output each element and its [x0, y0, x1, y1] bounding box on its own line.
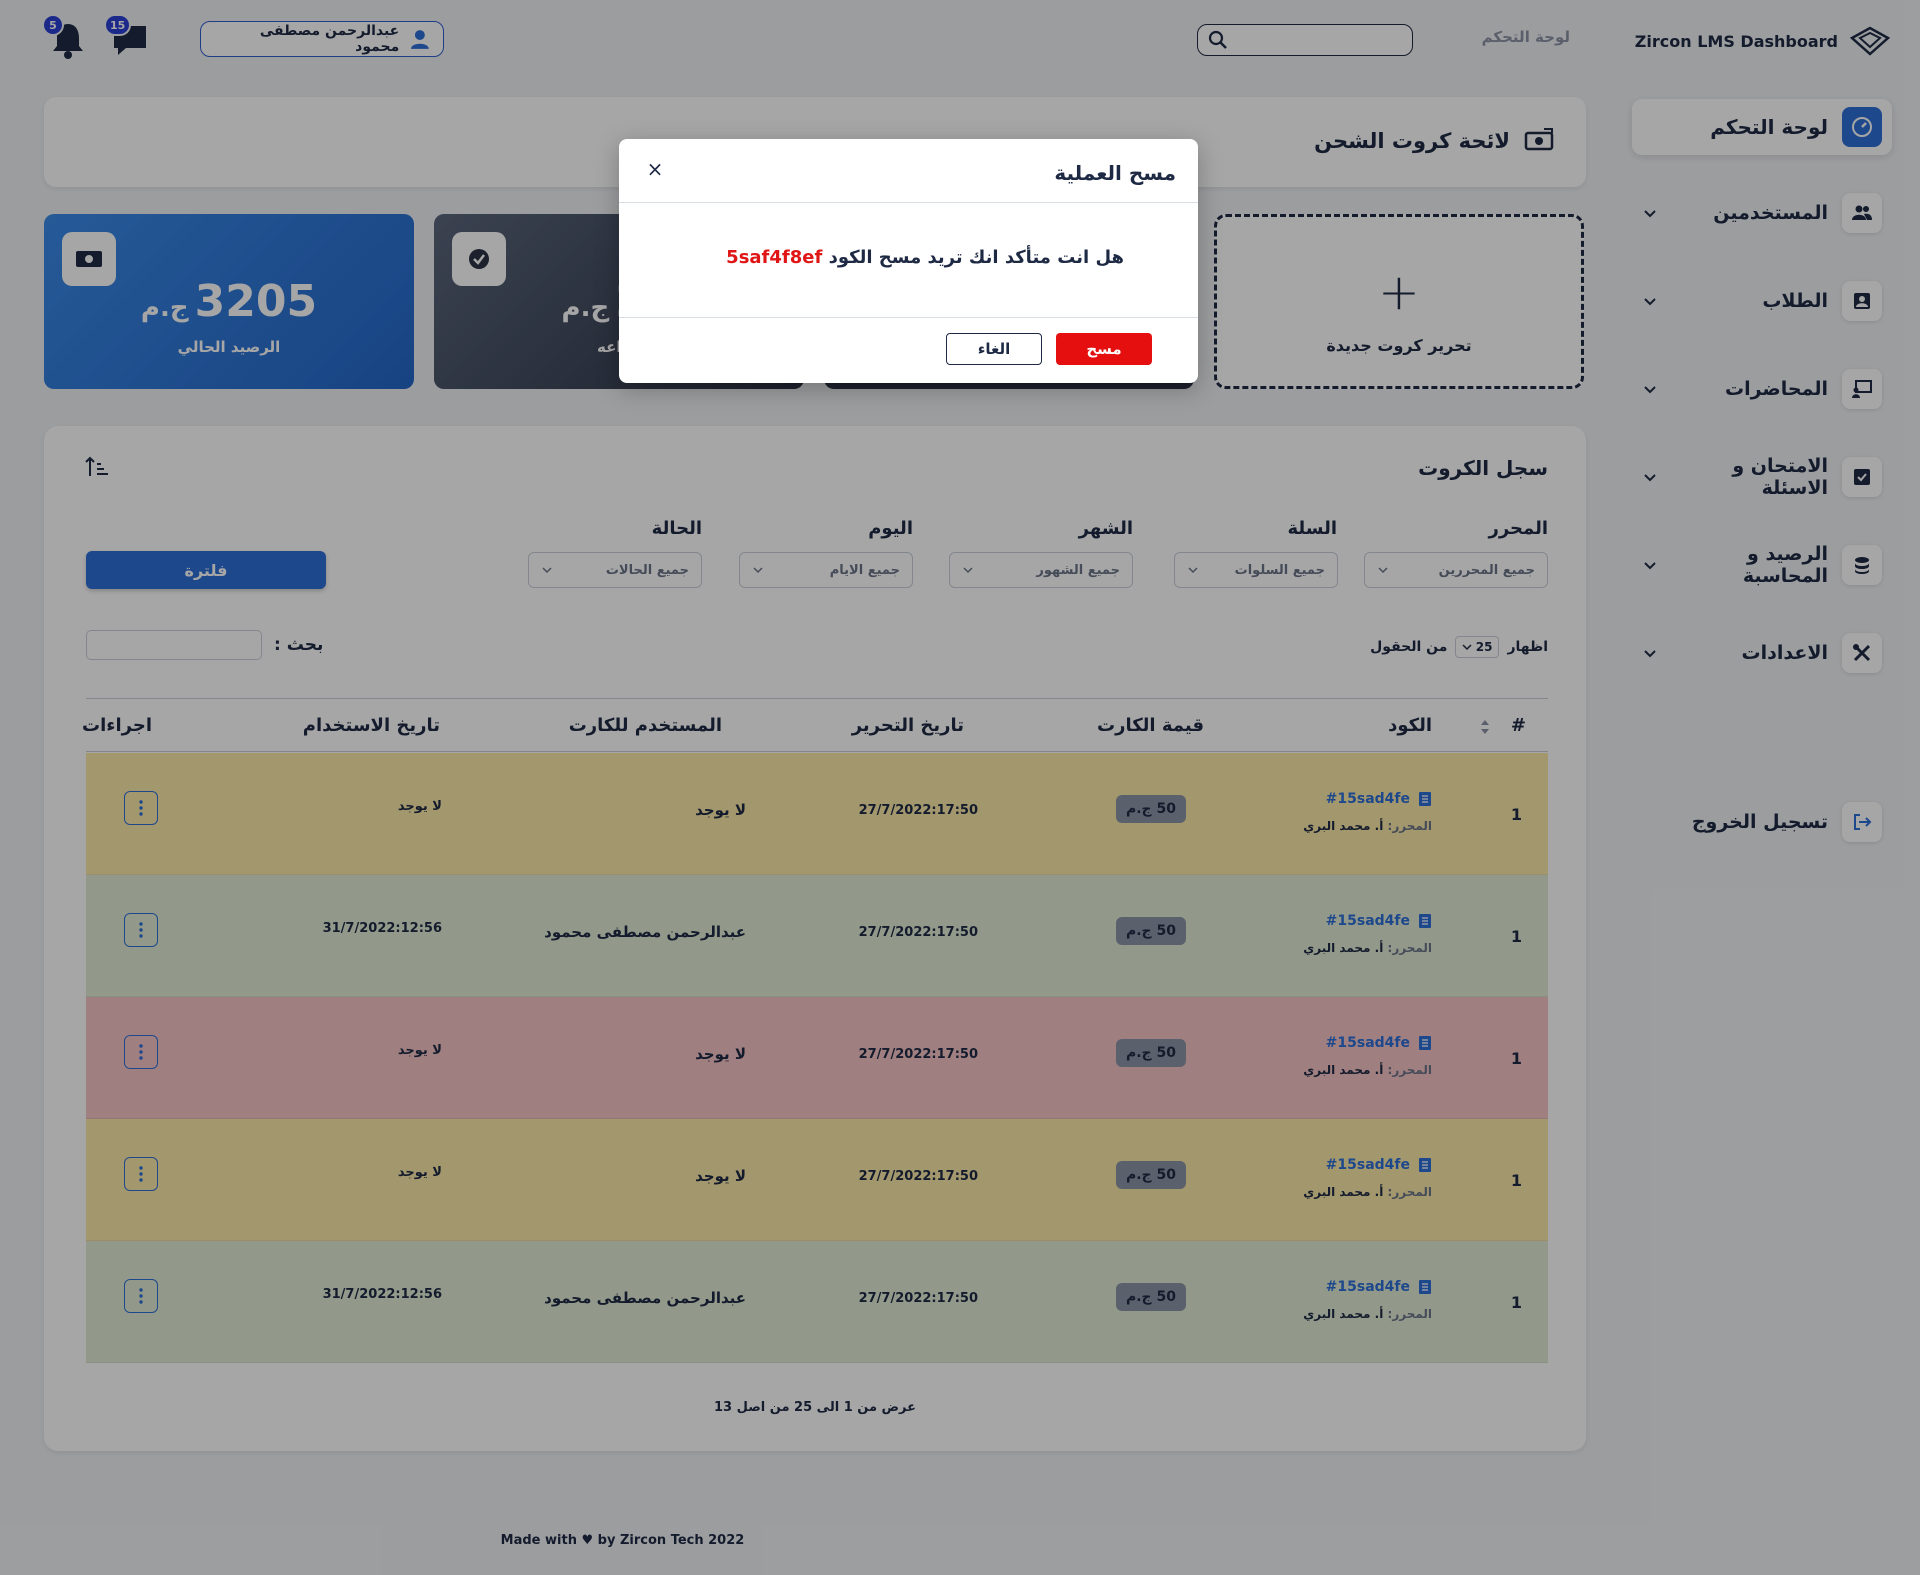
- dialog-footer: مسح الغاء: [619, 317, 1198, 383]
- close-icon[interactable]: ×: [645, 157, 665, 181]
- cancel-button[interactable]: الغاء: [946, 333, 1042, 365]
- dialog-header: مسح العملية ×: [619, 139, 1198, 203]
- delete-button[interactable]: مسح: [1056, 333, 1152, 365]
- dialog-message: هل انت متأكد انك تريد مسح الكود 5saf4f8e…: [726, 247, 1124, 268]
- dialog-code: 5saf4f8ef: [726, 247, 823, 268]
- delete-confirm-dialog: مسح العملية × هل انت متأكد انك تريد مسح …: [619, 139, 1198, 383]
- dialog-title: مسح العملية: [1054, 161, 1176, 185]
